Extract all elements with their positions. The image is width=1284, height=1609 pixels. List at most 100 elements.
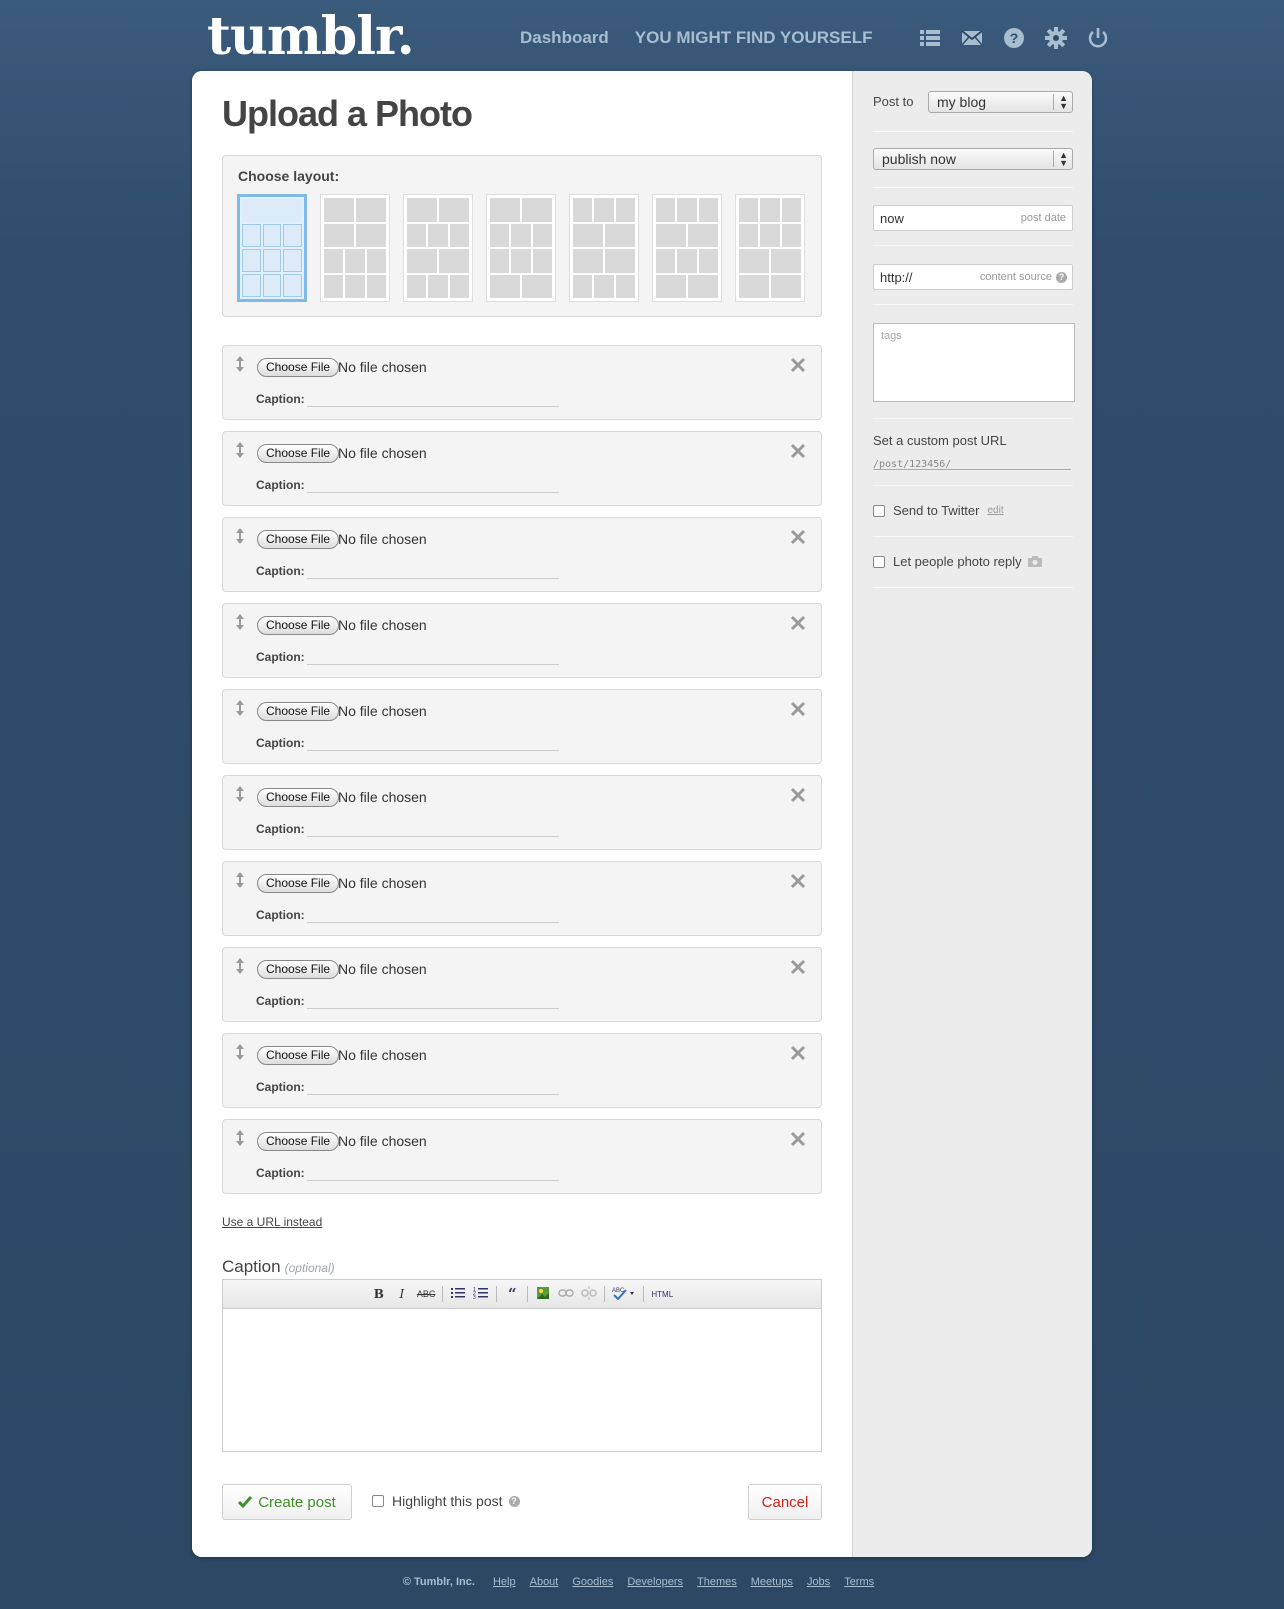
- close-icon[interactable]: [789, 614, 807, 632]
- post-to-select[interactable]: my blog ▲ ▼: [928, 91, 1073, 113]
- choose-file-button[interactable]: Choose File: [257, 788, 340, 807]
- close-icon[interactable]: [789, 872, 807, 890]
- drag-handle-icon[interactable]: [234, 871, 246, 889]
- caption-input[interactable]: [307, 664, 559, 665]
- choose-file-button[interactable]: Choose File: [257, 1046, 340, 1065]
- drag-handle-icon[interactable]: [234, 355, 246, 373]
- close-icon[interactable]: [789, 958, 807, 976]
- twitter-checkbox[interactable]: [873, 504, 885, 517]
- layout-option-7[interactable]: [735, 194, 805, 302]
- layout-option-5[interactable]: [569, 194, 639, 302]
- html-button[interactable]: HTML: [651, 1290, 673, 1299]
- insert-image-icon[interactable]: [535, 1286, 551, 1303]
- content-source-input[interactable]: http:// content source ?: [873, 264, 1073, 290]
- choose-file-button[interactable]: Choose File: [257, 358, 340, 377]
- caption-textarea[interactable]: [223, 1309, 821, 1452]
- file-status: No file chosen: [338, 445, 427, 461]
- post-date-input[interactable]: now post date: [873, 205, 1073, 231]
- cancel-button[interactable]: Cancel: [748, 1484, 822, 1520]
- photo-reply-checkbox[interactable]: [873, 555, 885, 568]
- footer-link-goodies[interactable]: Goodies: [572, 1576, 613, 1588]
- tags-placeholder: tags: [881, 330, 902, 342]
- power-icon[interactable]: [1087, 27, 1109, 49]
- drag-handle-icon[interactable]: [234, 527, 246, 545]
- choose-file-button[interactable]: Choose File: [257, 616, 340, 635]
- close-icon[interactable]: [789, 700, 807, 718]
- choose-file-button[interactable]: Choose File: [257, 530, 340, 549]
- footer-link-help[interactable]: Help: [493, 1576, 516, 1588]
- layout-option-1[interactable]: [237, 194, 307, 302]
- close-icon[interactable]: [789, 442, 807, 460]
- custom-url-input[interactable]: /post/123456/: [873, 454, 1071, 470]
- caption-input[interactable]: [307, 922, 559, 923]
- caption-input[interactable]: [307, 1008, 559, 1009]
- drag-handle-icon[interactable]: [234, 957, 246, 975]
- help-icon[interactable]: ?: [508, 1495, 520, 1507]
- caption-input[interactable]: [307, 750, 559, 751]
- choose-file-button[interactable]: Choose File: [257, 874, 340, 893]
- bullet-list-icon[interactable]: [450, 1286, 466, 1303]
- publish-select[interactable]: publish now ▲ ▼: [873, 148, 1073, 170]
- tumblr-logo[interactable]: tumblr.: [207, 6, 415, 67]
- twitter-edit-link[interactable]: edit: [987, 505, 1003, 516]
- footer-link-themes[interactable]: Themes: [697, 1576, 737, 1588]
- nav-dashboard[interactable]: Dashboard: [520, 28, 609, 48]
- close-icon[interactable]: [789, 356, 807, 374]
- bold-button[interactable]: B: [371, 1287, 387, 1301]
- drag-handle-icon[interactable]: [234, 1129, 246, 1147]
- mail-icon[interactable]: [960, 27, 983, 49]
- unlink-icon[interactable]: [581, 1285, 598, 1303]
- drag-handle-icon[interactable]: [234, 785, 246, 803]
- gear-icon[interactable]: [1044, 27, 1067, 49]
- drag-handle-icon[interactable]: [234, 1043, 246, 1061]
- nav-blog[interactable]: YOU MIGHT FIND YOURSELF: [635, 28, 873, 48]
- layout-option-2[interactable]: [320, 194, 390, 302]
- link-icon[interactable]: [558, 1287, 575, 1301]
- choose-file-button[interactable]: Choose File: [257, 702, 340, 721]
- list-icon[interactable]: [919, 27, 941, 49]
- blockquote-icon[interactable]: “: [504, 1285, 520, 1303]
- footer-link-terms[interactable]: Terms: [844, 1576, 874, 1588]
- caption-label: Caption:: [256, 650, 305, 664]
- use-url-link[interactable]: Use a URL instead: [222, 1215, 322, 1229]
- layout-option-4[interactable]: [486, 194, 556, 302]
- caption-input[interactable]: [307, 1094, 559, 1095]
- sidebar-divider: [873, 587, 1073, 588]
- caption-input[interactable]: [307, 1180, 559, 1181]
- choose-file-button[interactable]: Choose File: [257, 960, 340, 979]
- tags-input[interactable]: tags: [873, 323, 1075, 402]
- highlight-checkbox[interactable]: [372, 1495, 384, 1507]
- sidebar-divider: [873, 131, 1073, 132]
- help-icon[interactable]: ?: [1056, 272, 1067, 283]
- strikethrough-button[interactable]: ABC: [417, 1289, 436, 1299]
- post-form-panel: Upload a Photo Choose layout: Choose Fil…: [192, 71, 1092, 1557]
- drag-handle-icon[interactable]: [234, 613, 246, 631]
- drag-handle-icon[interactable]: [234, 441, 246, 459]
- file-status: No file chosen: [338, 617, 427, 633]
- file-status: No file chosen: [338, 1047, 427, 1063]
- choose-file-button[interactable]: Choose File: [257, 444, 340, 463]
- close-icon[interactable]: [789, 1130, 807, 1148]
- close-icon[interactable]: [789, 1044, 807, 1062]
- editor-toolbar: B I ABC 123 “ ABC HTML: [223, 1280, 821, 1309]
- footer-link-meetups[interactable]: Meetups: [751, 1576, 793, 1588]
- close-icon[interactable]: [789, 528, 807, 546]
- italic-button[interactable]: I: [394, 1287, 410, 1301]
- choose-file-button[interactable]: Choose File: [257, 1132, 340, 1151]
- help-icon[interactable]: ?: [1003, 27, 1025, 49]
- drag-handle-icon[interactable]: [234, 699, 246, 717]
- footer-link-about[interactable]: About: [530, 1576, 559, 1588]
- caption-input[interactable]: [307, 578, 559, 579]
- caption-input[interactable]: [307, 406, 559, 407]
- layout-option-6[interactable]: [652, 194, 722, 302]
- file-status: No file chosen: [338, 359, 427, 375]
- numbered-list-icon[interactable]: 123: [473, 1286, 489, 1303]
- spellcheck-icon[interactable]: ABC: [612, 1286, 636, 1303]
- caption-input[interactable]: [307, 492, 559, 493]
- caption-input[interactable]: [307, 836, 559, 837]
- footer-link-jobs[interactable]: Jobs: [807, 1576, 830, 1588]
- create-post-button[interactable]: Create post: [222, 1484, 352, 1520]
- close-icon[interactable]: [789, 786, 807, 804]
- layout-option-3[interactable]: [403, 194, 473, 302]
- footer-link-developers[interactable]: Developers: [627, 1576, 683, 1588]
